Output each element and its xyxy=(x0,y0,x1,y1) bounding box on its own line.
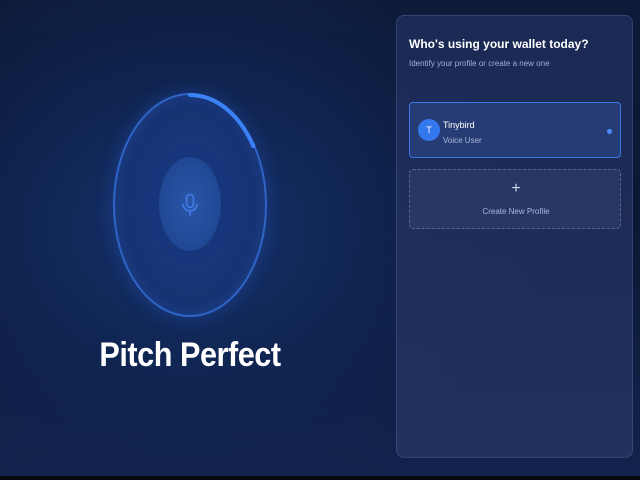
profile-name: Tinybird xyxy=(443,120,475,130)
panel-subtitle: Identify your profile or create a new on… xyxy=(409,59,550,68)
plus-icon: + xyxy=(511,180,521,197)
selected-indicator xyxy=(607,129,612,134)
microphone-icon xyxy=(182,193,198,216)
app-title: Pitch Perfect xyxy=(99,336,281,374)
bottom-bar xyxy=(0,476,640,480)
panel-title: Who's using your wallet today? xyxy=(409,37,589,51)
voice-record-widget[interactable] xyxy=(113,93,267,317)
avatar: T xyxy=(418,119,440,141)
profile-role: Voice User xyxy=(443,136,482,145)
mic-button[interactable] xyxy=(159,157,221,251)
create-profile-label: Create New Profile xyxy=(482,207,550,216)
create-profile-button[interactable]: + Create New Profile xyxy=(409,169,621,229)
profile-panel: Who's using your wallet today? Identify … xyxy=(396,15,633,458)
profile-card-tinybird[interactable]: T Tinybird Voice User xyxy=(409,102,621,158)
hero-section: Pitch Perfect xyxy=(0,0,390,476)
